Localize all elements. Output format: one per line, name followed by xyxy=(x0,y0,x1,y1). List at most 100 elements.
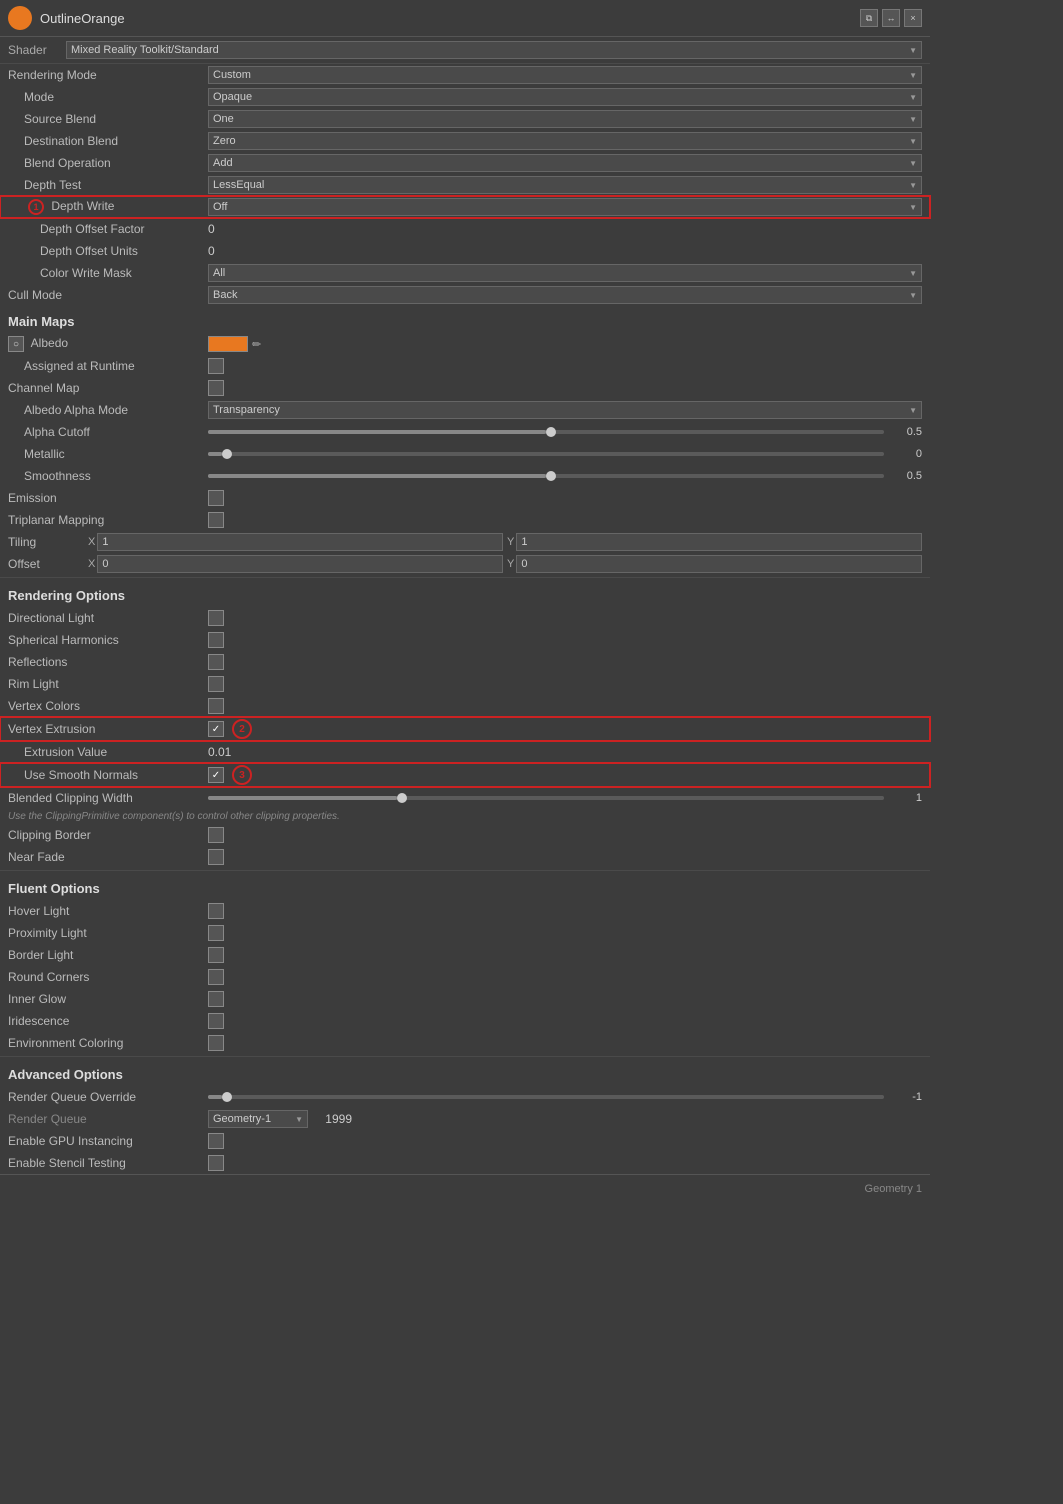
tiling-x-field: X xyxy=(88,533,503,551)
enable-stencil-checkbox[interactable] xyxy=(208,1155,224,1171)
albedo-alpha-mode-dropdown[interactable]: Transparency ▼ xyxy=(208,401,922,419)
round-corners-checkbox[interactable] xyxy=(208,969,224,985)
rq-override-fill xyxy=(208,1095,222,1099)
albedo-label: ○ Albedo xyxy=(8,336,208,353)
albedo-controls: ✏ xyxy=(208,336,922,352)
color-write-mask-dropdown[interactable]: All ▼ xyxy=(208,264,922,282)
metallic-row: Metallic 0 xyxy=(0,443,930,465)
smoothness-slider[interactable]: 0.5 xyxy=(208,470,922,482)
iridescence-checkbox[interactable] xyxy=(208,1013,224,1029)
metallic-thumb[interactable] xyxy=(222,449,232,459)
mode-label: Mode xyxy=(8,90,208,104)
render-queue-override-row: Render Queue Override -1 xyxy=(0,1086,930,1108)
environment-coloring-checkbox[interactable] xyxy=(208,1035,224,1051)
alpha-cutoff-thumb[interactable] xyxy=(546,427,556,437)
rq-override-thumb[interactable] xyxy=(222,1092,232,1102)
header-btn-2[interactable]: ↔ xyxy=(882,9,900,27)
directional-light-row: Directional Light xyxy=(0,607,930,629)
blended-clipping-value: 1 xyxy=(892,792,922,804)
use-smooth-normals-checkbox[interactable]: ✓ xyxy=(208,767,224,783)
use-smooth-normals-badge: 3 xyxy=(232,765,252,785)
tiling-y-input[interactable] xyxy=(516,533,922,551)
proximity-light-checkbox[interactable] xyxy=(208,925,224,941)
depth-test-dropdown[interactable]: LessEqual ▼ xyxy=(208,176,922,194)
tiling-y-field: Y xyxy=(507,533,922,551)
offset-y-input[interactable] xyxy=(516,555,922,573)
gpu-instancing-checkbox[interactable] xyxy=(208,1133,224,1149)
smooth-normals-controls: ✓ 3 xyxy=(208,765,252,785)
source-blend-dropdown[interactable]: One ▼ xyxy=(208,110,922,128)
rendering-mode-dropdown[interactable]: Custom ▼ xyxy=(208,66,922,84)
dest-blend-dropdown[interactable]: Zero ▼ xyxy=(208,132,922,150)
material-inspector: OutlineOrange ⧉ ↔ × Shader Mixed Reality… xyxy=(0,0,930,1203)
offset-x-input[interactable] xyxy=(97,555,503,573)
header: OutlineOrange ⧉ ↔ × xyxy=(0,0,930,37)
blended-clipping-thumb[interactable] xyxy=(397,793,407,803)
cull-mode-row: Cull Mode Back ▼ xyxy=(0,284,930,306)
render-queue-dropdown[interactable]: Geometry-1 ▼ xyxy=(208,1110,308,1128)
header-btn-3[interactable]: × xyxy=(904,9,922,27)
alpha-cutoff-track xyxy=(208,430,884,434)
albedo-pencil-icon[interactable]: ✏ xyxy=(252,338,261,351)
header-actions: ⧉ ↔ × xyxy=(860,9,922,27)
tiling-row: Tiling X Y xyxy=(0,531,930,553)
border-light-checkbox[interactable] xyxy=(208,947,224,963)
cull-mode-dropdown[interactable]: Back ▼ xyxy=(208,286,922,304)
reflections-row: Reflections xyxy=(0,651,930,673)
color-write-mask-row: Color Write Mask All ▼ xyxy=(0,262,930,284)
render-queue-row: Render Queue Geometry-1 ▼ 1999 xyxy=(0,1108,930,1130)
channel-map-checkbox[interactable] xyxy=(208,380,224,396)
mode-dropdown[interactable]: Opaque ▼ xyxy=(208,88,922,106)
smoothness-thumb[interactable] xyxy=(546,471,556,481)
inner-glow-checkbox[interactable] xyxy=(208,991,224,1007)
iridescence-label: Iridescence xyxy=(8,1014,208,1028)
vertex-extrusion-checkbox[interactable]: ✓ xyxy=(208,721,224,737)
rim-light-checkbox[interactable] xyxy=(208,676,224,692)
source-blend-label: Source Blend xyxy=(8,112,208,126)
hover-light-checkbox[interactable] xyxy=(208,903,224,919)
dest-blend-row: Destination Blend Zero ▼ xyxy=(0,130,930,152)
use-smooth-normals-row: Use Smooth Normals ✓ 3 xyxy=(0,763,930,787)
render-queue-override-slider[interactable]: -1 xyxy=(208,1091,922,1103)
vertex-colors-checkbox[interactable] xyxy=(208,698,224,714)
albedo-checkbox[interactable]: ○ xyxy=(8,336,24,352)
offset-label: Offset xyxy=(8,557,88,571)
shader-select[interactable]: Mixed Reality Toolkit/Standard ▼ xyxy=(66,41,922,59)
dest-blend-label: Destination Blend xyxy=(8,134,208,148)
smoothness-row: Smoothness 0.5 xyxy=(0,465,930,487)
reflections-checkbox[interactable] xyxy=(208,654,224,670)
vertex-extrusion-label: Vertex Extrusion xyxy=(8,722,208,736)
material-icon xyxy=(8,6,32,30)
spherical-harmonics-checkbox[interactable] xyxy=(208,632,224,648)
tiling-x-input[interactable] xyxy=(97,533,503,551)
metallic-slider[interactable]: 0 xyxy=(208,448,922,460)
blend-op-dropdown[interactable]: Add ▼ xyxy=(208,154,922,172)
directional-light-checkbox[interactable] xyxy=(208,610,224,626)
metallic-fill xyxy=(208,452,222,456)
shader-row: Shader Mixed Reality Toolkit/Standard ▼ xyxy=(0,37,930,64)
enable-stencil-label: Enable Stencil Testing xyxy=(8,1156,208,1170)
emission-checkbox[interactable] xyxy=(208,490,224,506)
cull-mode-label: Cull Mode xyxy=(8,288,208,302)
alpha-cutoff-fill xyxy=(208,430,546,434)
albedo-color-swatch[interactable] xyxy=(208,336,248,352)
header-btn-1[interactable]: ⧉ xyxy=(860,9,878,27)
depth-write-dropdown[interactable]: Off ▼ xyxy=(208,198,922,216)
vertex-extrusion-badge: 2 xyxy=(232,719,252,739)
assigned-runtime-checkbox[interactable] xyxy=(208,358,224,374)
smoothness-value: 0.5 xyxy=(892,470,922,482)
render-queue-override-label: Render Queue Override xyxy=(8,1090,208,1104)
near-fade-checkbox[interactable] xyxy=(208,849,224,865)
alpha-cutoff-slider[interactable]: 0.5 xyxy=(208,426,922,438)
depth-write-label: 1 Depth Write xyxy=(8,199,208,215)
gpu-instancing-label: Enable GPU Instancing xyxy=(8,1134,208,1148)
reflections-label: Reflections xyxy=(8,655,208,669)
blended-clipping-slider[interactable]: 1 xyxy=(208,792,922,804)
triplanar-checkbox[interactable] xyxy=(208,512,224,528)
clipping-border-checkbox[interactable] xyxy=(208,827,224,843)
albedo-alpha-mode-row: Albedo Alpha Mode Transparency ▼ xyxy=(0,399,930,421)
proximity-light-row: Proximity Light xyxy=(0,922,930,944)
render-queue-right: Geometry-1 ▼ 1999 xyxy=(208,1110,922,1128)
channel-map-label: Channel Map xyxy=(8,381,208,395)
depth-test-label: Depth Test xyxy=(8,178,208,192)
